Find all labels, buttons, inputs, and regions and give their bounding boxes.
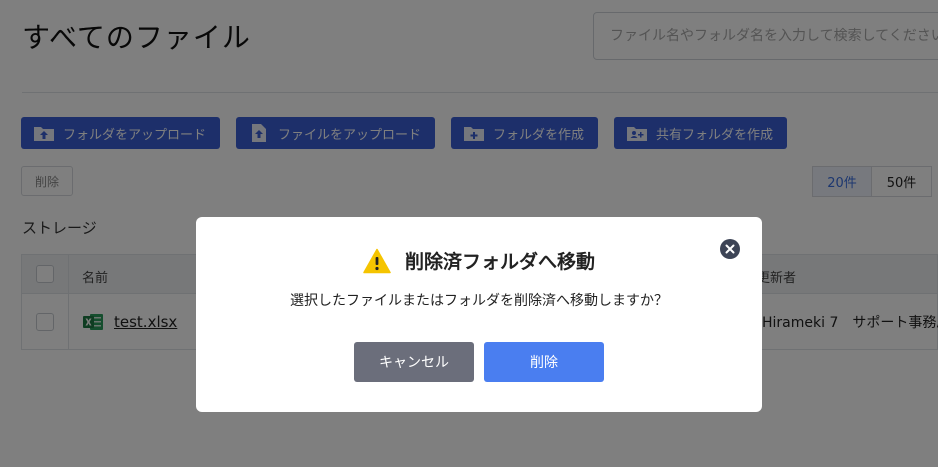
- move-to-trash-dialog: 削除済フォルダへ移動 選択したファイルまたはフォルダを削除済へ移動しますか？ キ…: [196, 217, 762, 412]
- confirm-delete-button[interactable]: 削除: [484, 342, 604, 382]
- dialog-title-row: 削除済フォルダへ移動: [196, 247, 762, 274]
- dialog-message: 選択したファイルまたはフォルダを削除済へ移動しますか？: [290, 293, 668, 309]
- cancel-button[interactable]: キャンセル: [354, 342, 474, 382]
- warning-icon: [363, 248, 391, 273]
- dialog-title: 削除済フォルダへ移動: [404, 251, 595, 273]
